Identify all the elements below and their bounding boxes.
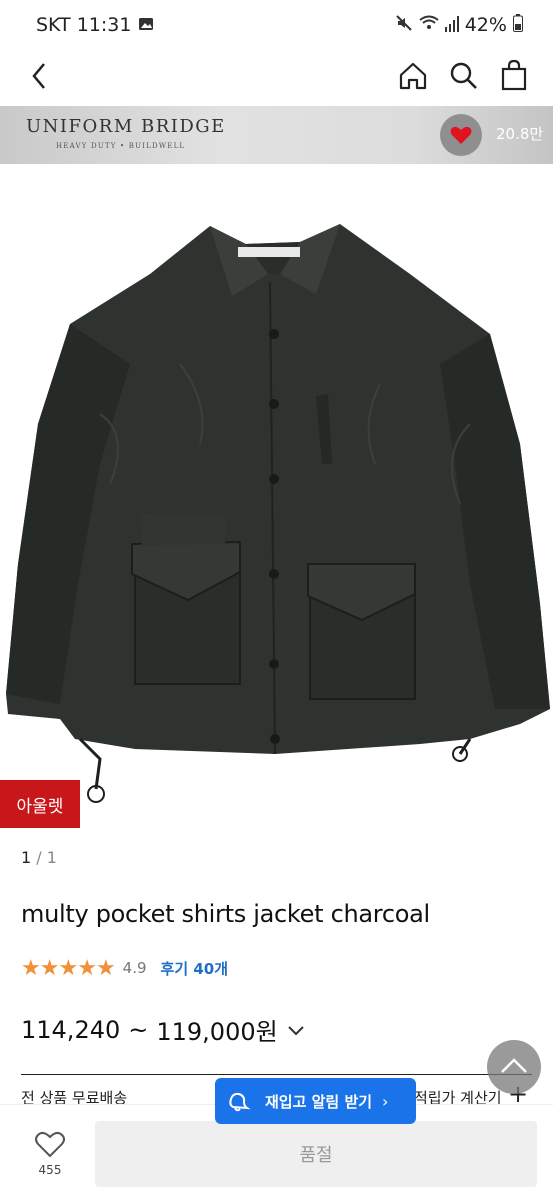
- star-icon: ★: [95, 955, 116, 981]
- outlet-badge: 아울렛: [0, 780, 80, 828]
- mute-icon: [395, 14, 413, 37]
- product-image[interactable]: [0, 164, 553, 830]
- carrier-time-text: SKT 11:31: [36, 14, 132, 36]
- product-title: multy pocket shirts jacket charcoal: [21, 900, 430, 928]
- star-icon: ★: [58, 955, 78, 981]
- chevron-down-icon[interactable]: [286, 1016, 306, 1044]
- rating-value: 4.9: [122, 959, 147, 977]
- price-separator: ~: [128, 1015, 149, 1044]
- battery-percent: 42%: [464, 14, 507, 36]
- rating-stars: ★★★★★: [21, 955, 116, 981]
- chevron-up-icon: [501, 1058, 527, 1073]
- restock-alert-label: 재입고 알림 받기: [265, 1092, 373, 1111]
- rating-row: ★★★★★ 4.9 후기 40개: [21, 955, 229, 981]
- divider: [21, 1074, 532, 1075]
- nav-bar: [0, 50, 553, 106]
- brand-tagline: HEAVY DUTY • BUILDWELL: [56, 142, 186, 150]
- brand-logo: UNIFORM BRIDGE: [26, 116, 226, 137]
- wifi-icon: [419, 14, 439, 37]
- cart-button[interactable]: [494, 56, 534, 96]
- home-icon: [399, 62, 427, 90]
- status-indicators: 42%: [395, 14, 523, 37]
- scroll-top-button[interactable]: [487, 1040, 541, 1094]
- home-button[interactable]: [393, 56, 433, 96]
- price-range[interactable]: 114,240 ~ 119,000원: [21, 1012, 306, 1047]
- star-icon: ★: [39, 955, 60, 981]
- gallery-icon: [138, 15, 154, 37]
- bell-icon: [225, 1089, 251, 1117]
- signal-icon: [444, 15, 459, 37]
- soldout-button[interactable]: 품절: [95, 1121, 537, 1187]
- battery-icon: [513, 14, 523, 37]
- star-icon: ★: [21, 955, 41, 981]
- restock-alert-button[interactable]: 재입고 알림 받기 ›: [215, 1078, 416, 1124]
- jacket-image: [6, 224, 550, 803]
- heart-icon: [450, 126, 472, 144]
- bag-icon: [501, 59, 527, 91]
- brand-bar[interactable]: UNIFORM BRIDGE HEAVY DUTY • BUILDWELL 20…: [0, 106, 553, 164]
- chevron-left-icon: [32, 63, 45, 89]
- image-page-current: 1: [21, 848, 32, 867]
- image-page-indicator: 1 / 1: [21, 848, 57, 867]
- review-count-link[interactable]: 후기 40개: [161, 958, 229, 979]
- back-button[interactable]: [20, 56, 60, 96]
- heart-outline-icon: [35, 1131, 65, 1158]
- chevron-right-icon: ›: [382, 1091, 389, 1111]
- search-icon: [450, 62, 477, 89]
- price-max: 119,000원: [156, 1018, 278, 1046]
- price-min: 114,240: [21, 1015, 121, 1044]
- star-icon: ★: [77, 955, 97, 981]
- search-button[interactable]: [443, 56, 483, 96]
- brand-favorite-count: 20.8만: [496, 125, 544, 143]
- like-button[interactable]: 455: [26, 1129, 74, 1189]
- image-page-total: / 1: [36, 848, 57, 867]
- status-bar: SKT 11:31 42%: [0, 0, 553, 50]
- brand-favorite-button[interactable]: [440, 114, 482, 156]
- like-count: 455: [38, 1163, 62, 1177]
- status-time: SKT 11:31: [36, 14, 154, 37]
